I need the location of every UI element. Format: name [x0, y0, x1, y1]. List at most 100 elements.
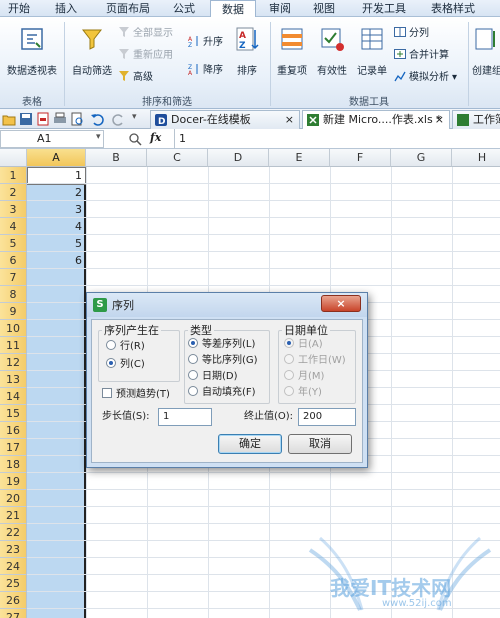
reapply-button[interactable]: 重新应用	[118, 48, 173, 64]
row-header[interactable]: 3	[0, 201, 27, 218]
merge-calc-button[interactable]: 合并计算	[394, 48, 449, 64]
show-all-button[interactable]: 全部显示	[118, 26, 173, 42]
formula-input[interactable]: 1	[174, 129, 500, 149]
tab-table-style[interactable]: 表格样式	[424, 0, 482, 17]
radio-column[interactable]: 列(C)	[106, 358, 145, 372]
sort-ascending-button[interactable]: A Z 升序	[188, 35, 223, 51]
column-header-e[interactable]: E	[269, 149, 330, 167]
close-icon[interactable]: ×	[285, 111, 294, 129]
advanced-filter-button[interactable]: 高级	[118, 70, 153, 86]
row-header[interactable]: 9	[0, 303, 27, 320]
row-header[interactable]: 22	[0, 524, 27, 541]
sort-button[interactable]: A Z 排序	[232, 25, 262, 77]
row-header[interactable]: 21	[0, 507, 27, 524]
zoom-icon[interactable]	[128, 132, 142, 146]
row-header[interactable]: 6	[0, 252, 27, 269]
row-header[interactable]: 12	[0, 354, 27, 371]
doc-tab-workbook[interactable]: 新建 Micro....作表.xls * ×	[302, 110, 450, 129]
cell-a2[interactable]: 2	[27, 184, 84, 202]
row-header[interactable]: 20	[0, 490, 27, 507]
split-column-button[interactable]: 分列	[394, 26, 429, 42]
radio-button[interactable]	[188, 338, 198, 348]
radio-geometric[interactable]: 等比序列(G)	[188, 354, 258, 368]
customize-toolbar-icon[interactable]: ▾	[132, 112, 146, 126]
radio-autofill[interactable]: 自动填充(F)	[188, 386, 256, 400]
tab-home[interactable]: 开始	[0, 0, 38, 17]
cancel-button[interactable]: 取消	[288, 434, 352, 454]
column-header-h[interactable]: H	[452, 149, 500, 167]
row-header[interactable]: 19	[0, 473, 27, 490]
radio-button[interactable]	[188, 386, 198, 396]
step-input[interactable]: 1	[158, 408, 212, 426]
row-header[interactable]: 18	[0, 456, 27, 473]
tab-insert[interactable]: 插入	[46, 0, 86, 17]
column-header-d[interactable]: D	[208, 149, 269, 167]
cell-a3[interactable]: 3	[27, 201, 84, 219]
row-header[interactable]: 26	[0, 592, 27, 609]
row-header[interactable]: 23	[0, 541, 27, 558]
row-header[interactable]: 16	[0, 422, 27, 439]
radio-year[interactable]: 年(Y)	[284, 386, 322, 400]
create-group-button[interactable]: 创建组	[472, 25, 500, 77]
records-button[interactable]: 记录单	[354, 25, 390, 77]
validity-button[interactable]: 有效性	[314, 25, 350, 77]
name-box[interactable]: A1	[0, 130, 104, 148]
row-header[interactable]: 2	[0, 184, 27, 201]
column-header-b[interactable]: B	[86, 149, 147, 167]
row-header[interactable]: 1	[0, 167, 27, 184]
tab-view[interactable]: 视图	[306, 0, 342, 17]
undo-icon[interactable]	[90, 112, 104, 126]
row-header[interactable]: 8	[0, 286, 27, 303]
column-header-f[interactable]: F	[330, 149, 391, 167]
radio-button[interactable]	[106, 358, 116, 368]
row-header[interactable]: 10	[0, 320, 27, 337]
redo-icon[interactable]	[112, 112, 126, 126]
doc-tab-docer[interactable]: D Docer-在线模板 ×	[150, 110, 300, 129]
close-icon[interactable]: ×	[321, 295, 361, 312]
row-header[interactable]: 11	[0, 337, 27, 354]
row-header[interactable]: 5	[0, 235, 27, 252]
function-icon[interactable]: fx	[150, 131, 161, 144]
radio-row[interactable]: 行(R)	[106, 340, 145, 354]
row-header[interactable]: 25	[0, 575, 27, 592]
radio-weekday[interactable]: 工作日(W)	[284, 354, 346, 368]
row-header[interactable]: 13	[0, 371, 27, 388]
trend-checkbox[interactable]: 预测趋势(T)	[102, 388, 170, 402]
chevron-down-icon[interactable]: ▾	[96, 132, 101, 142]
cell-a1[interactable]: 1	[27, 167, 84, 185]
save-icon[interactable]	[19, 112, 33, 126]
checkbox[interactable]	[102, 388, 112, 398]
dialog-title-bar[interactable]: S 序列 ×	[87, 293, 367, 317]
radio-button[interactable]	[106, 340, 116, 350]
open-folder-icon[interactable]	[2, 112, 16, 126]
stop-input[interactable]: 200	[298, 408, 356, 426]
ok-button[interactable]: 确定	[218, 434, 282, 454]
tab-data[interactable]: 数据	[210, 0, 256, 18]
row-header[interactable]: 17	[0, 439, 27, 456]
row-header[interactable]: 7	[0, 269, 27, 286]
radio-button[interactable]	[284, 338, 294, 348]
radio-arithmetic[interactable]: 等差序列(L)	[188, 338, 255, 352]
autofilter-button[interactable]: 自动筛选	[68, 25, 116, 77]
row-header[interactable]: 4	[0, 218, 27, 235]
tab-page-layout[interactable]: 页面布局	[100, 0, 156, 17]
radio-month[interactable]: 月(M)	[284, 370, 324, 384]
doc-tab-workbook-2[interactable]: 工作簿	[452, 110, 500, 129]
row-header[interactable]: 24	[0, 558, 27, 575]
radio-button[interactable]	[284, 354, 294, 364]
radio-date[interactable]: 日期(D)	[188, 370, 238, 384]
simulate-analysis-button[interactable]: 模拟分析 ▾	[394, 70, 457, 86]
radio-day[interactable]: 日(A)	[284, 338, 323, 352]
tab-developer[interactable]: 开发工具	[356, 0, 412, 17]
pivot-table-button[interactable]: 数据透视表	[4, 25, 60, 77]
cell-a5[interactable]: 5	[27, 235, 84, 253]
row-header[interactable]: 27	[0, 609, 27, 618]
select-all-corner[interactable]	[0, 149, 27, 167]
radio-button[interactable]	[188, 370, 198, 380]
radio-button[interactable]	[284, 370, 294, 380]
close-icon[interactable]: ×	[435, 111, 444, 129]
duplicates-button[interactable]: 重复项	[274, 25, 310, 77]
row-header[interactable]: 15	[0, 405, 27, 422]
row-header[interactable]: 14	[0, 388, 27, 405]
cell-a4[interactable]: 4	[27, 218, 84, 236]
